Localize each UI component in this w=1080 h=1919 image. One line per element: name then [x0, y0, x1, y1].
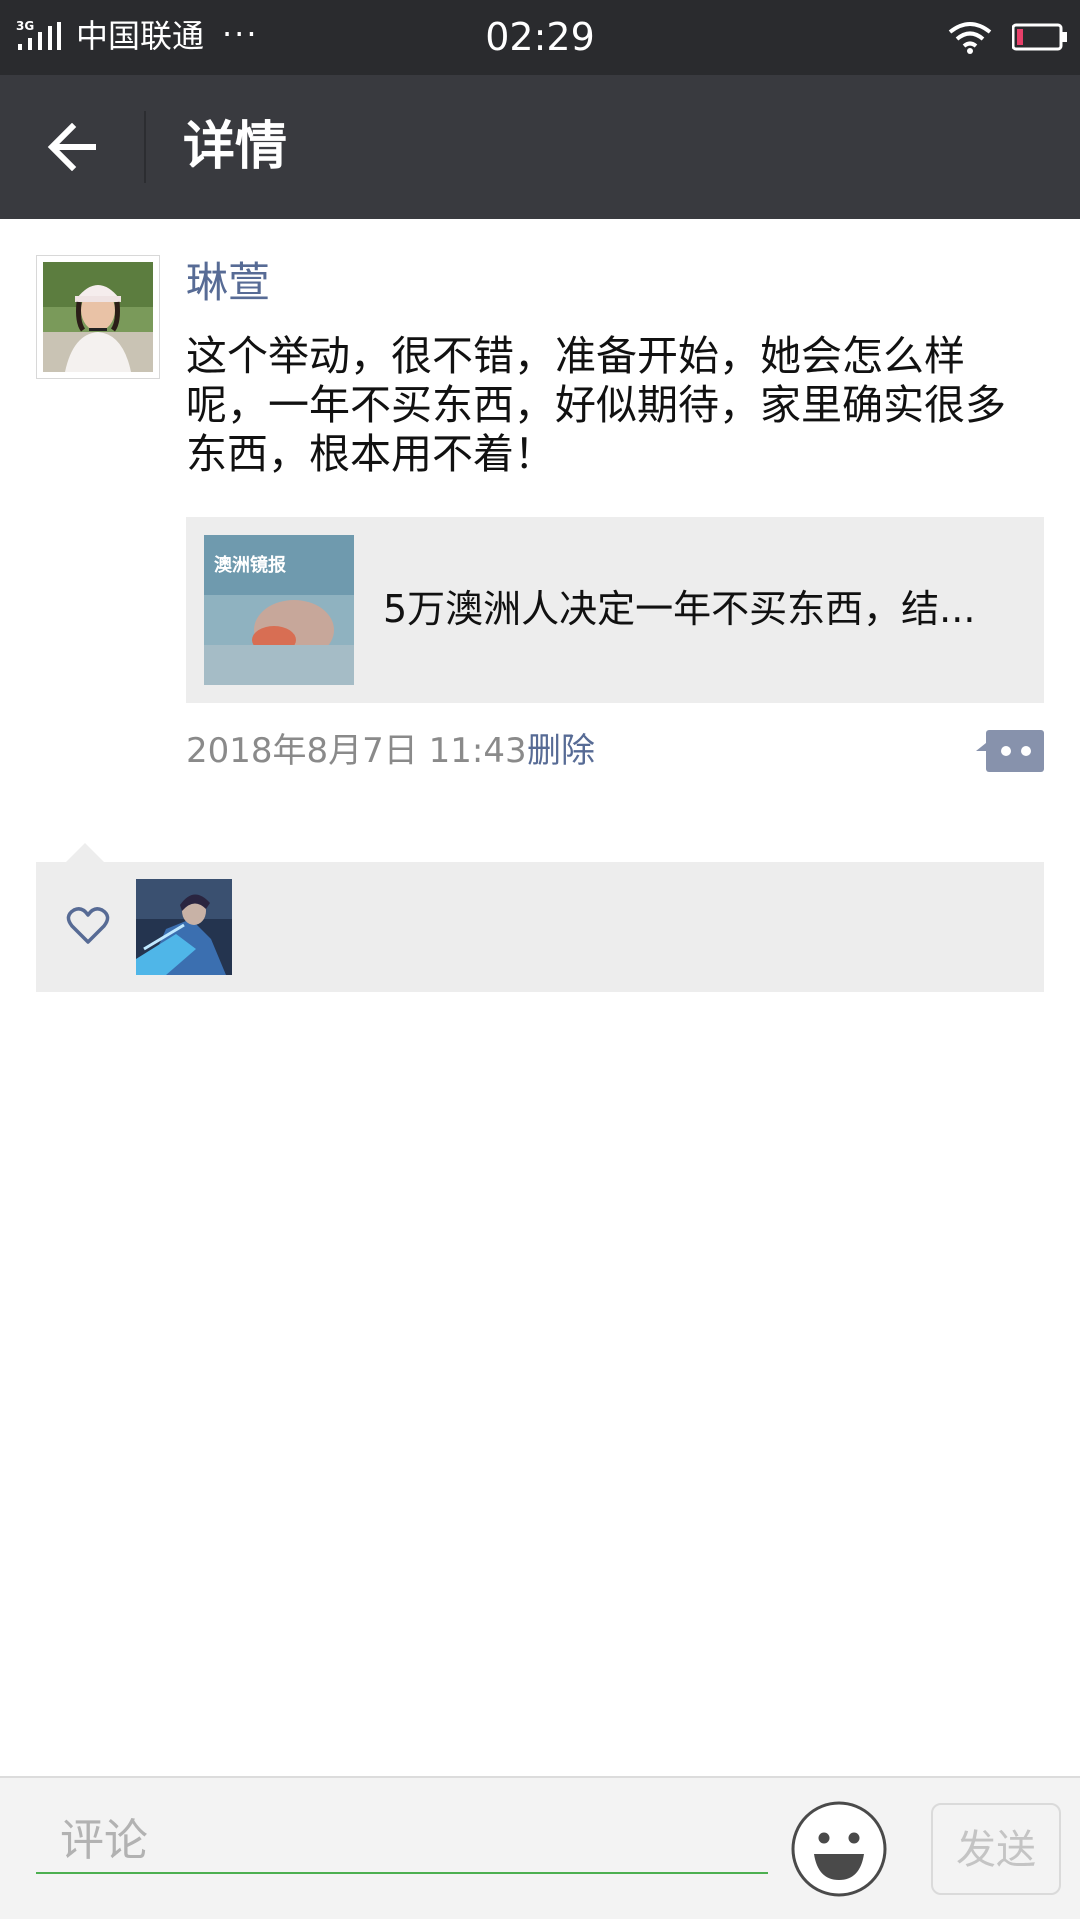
page-title: 详情 — [183, 117, 288, 177]
likes-panel — [36, 862, 1044, 992]
heart-icon — [66, 907, 110, 944]
thumbnail-text: 澳洲镜报 — [214, 554, 286, 576]
title-divider — [144, 111, 146, 183]
wifi-icon — [948, 22, 992, 54]
comment-input[interactable] — [36, 1808, 768, 1874]
comment-bar: 发送 — [0, 1776, 1080, 1919]
status-bar: 3G 中国联通 ··· 02:29 — [0, 0, 1080, 75]
title-bar: 详情 — [0, 75, 1080, 219]
comment-bubble-icon[interactable] — [976, 728, 1044, 774]
post-timestamp: 2018年8月7日 11:43 — [186, 731, 527, 771]
liker-avatar[interactable] — [136, 879, 232, 975]
avatar-image — [43, 262, 153, 372]
shared-link-title: 5万澳洲人决定一年不买东西，结... — [383, 587, 976, 631]
shared-link-card[interactable]: 澳洲镜报 5万澳洲人决定一年不买东西，结... — [186, 517, 1044, 703]
status-time: 02:29 — [485, 15, 595, 59]
emoji-icon[interactable] — [790, 1800, 888, 1898]
back-button[interactable] — [30, 109, 114, 185]
shared-link-thumbnail: 澳洲镜报 — [204, 535, 354, 685]
back-arrow-icon — [47, 123, 96, 171]
send-button[interactable]: 发送 — [931, 1803, 1061, 1895]
battery-icon — [1012, 23, 1067, 51]
author-name[interactable]: 琳萱 — [186, 258, 270, 308]
likes-arrow — [65, 843, 105, 863]
post-text: 这个举动，很不错，准备开始，她会怎么样呢，一年不买东西，好似期待，家里确实很多东… — [186, 332, 1006, 478]
delete-button[interactable]: 删除 — [527, 728, 595, 774]
author-avatar[interactable] — [36, 255, 160, 379]
